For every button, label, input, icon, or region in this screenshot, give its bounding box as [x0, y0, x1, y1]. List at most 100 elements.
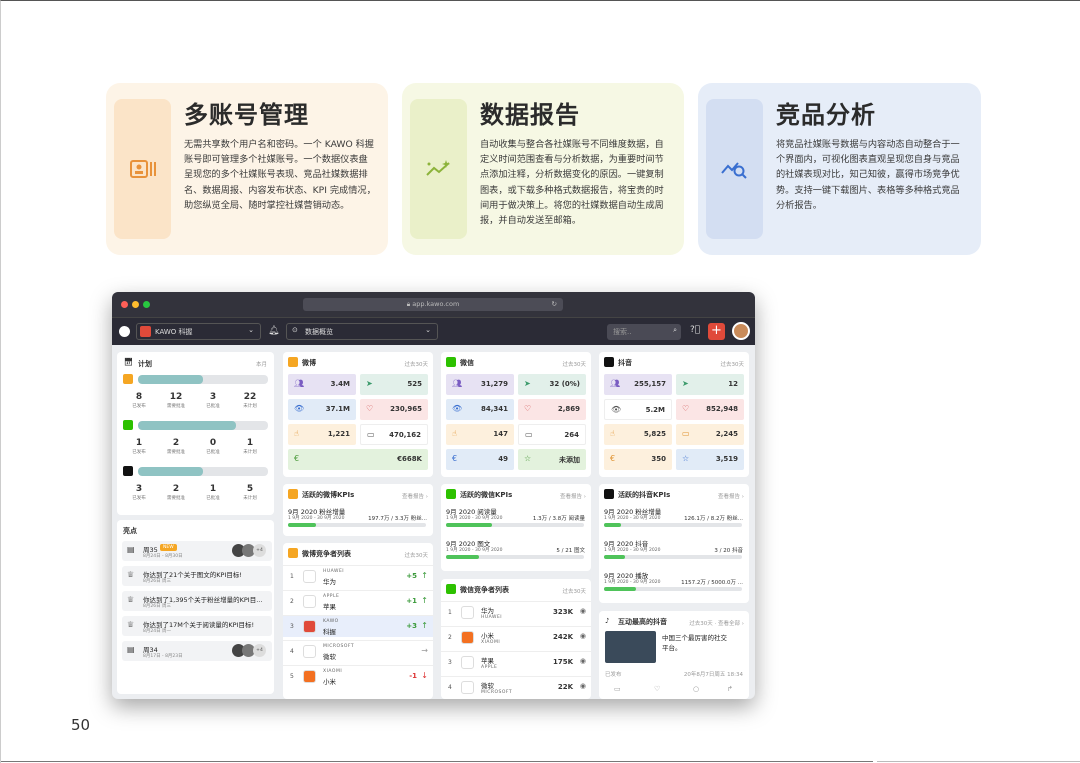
plan-stat-value: 2: [172, 438, 180, 448]
view-selector[interactable]: ⊙ 数据概览 ⌄: [286, 323, 438, 340]
highlight-item[interactable]: ♕ 你达到了21个关于图文的KPI目标! 8月26日 周三: [122, 566, 272, 586]
competitor-value: 242K: [552, 633, 573, 641]
metric-icon: €: [294, 454, 300, 463]
highlight-item[interactable]: ▤ 周35 NEW 8月24日 - 8月30日 +4: [122, 541, 272, 561]
kpi-progress-bar: [604, 555, 742, 559]
plan-stat-label: 已发布: [132, 450, 146, 455]
plan-stat-label: 需要批准: [167, 404, 185, 409]
wechat_comp-title: 微信竞争者列表: [460, 586, 509, 594]
app-navbar: KAWO 科握 ⌄ 🔔︎ ⊙ 数据概览 ⌄ 搜索.. ⌕ ?⃝ +: [112, 317, 755, 345]
plan-title: 计划: [138, 360, 152, 368]
metric-icon: 👁︎: [294, 404, 305, 413]
competitor-row[interactable]: 1 华为 HUAWEI 323K ◉: [441, 601, 591, 623]
metric-cell: ☝︎ 147: [446, 424, 514, 445]
competitor-row[interactable]: 4 微软 MICROSOFT 22K ◉: [441, 676, 591, 698]
highlight-item[interactable]: ▤ 周34 8月17日 - 8月23日 +4: [122, 641, 272, 661]
competitor-rank: 3: [290, 623, 294, 630]
add-button[interactable]: +: [708, 323, 725, 340]
video-thumbnail[interactable]: [605, 631, 656, 663]
metric-value: 852,948: [706, 405, 738, 413]
plan-stat-label: 未计划: [243, 404, 257, 409]
card-text: 无需共享数个用户名和密码。一个 KAWO 科握账号即可管理多个社媒账号。一个数据…: [184, 139, 376, 211]
competitor-name: 小米: [323, 678, 336, 686]
kawo-logo-icon: [119, 326, 130, 337]
wechat-title: 微信: [460, 359, 474, 367]
metric-cell: 👥︎ 255,157: [604, 374, 672, 395]
post-status: 已发布: [605, 672, 622, 678]
plan-stat-value: 12: [169, 392, 183, 402]
metric-cell: 👥︎ 31,279: [446, 374, 514, 395]
weibo-title: 微博: [302, 359, 316, 367]
maximize-icon[interactable]: [143, 301, 150, 308]
competitor-row[interactable]: 4 MICROSOFT 微软 →: [283, 640, 433, 662]
video-caption: 中国三个最厉害的社交平台。: [662, 634, 727, 652]
brand-selector[interactable]: KAWO 科握 ⌄: [136, 323, 261, 340]
browser-window: 🔒︎ app.kawo.com ↻ KAWO 科握 ⌄ 🔔︎ ⊙ 数据概览 ⌄ 搜…: [112, 292, 755, 699]
metric-value: 525: [407, 380, 422, 388]
url-bar[interactable]: 🔒︎ app.kawo.com ↻: [303, 298, 563, 311]
avatar[interactable]: [732, 322, 750, 340]
weibo-icon: [123, 374, 133, 384]
douyin_kpi-link[interactable]: 查看报告 ›: [718, 492, 744, 500]
footer-divider: [877, 761, 1080, 762]
wechat-icon: [446, 489, 456, 499]
plan-stat-value: 1: [135, 438, 143, 448]
metric-icon: ▭: [525, 430, 533, 439]
metric-cell: 👥︎ 3.4M: [288, 374, 356, 395]
feature-card-data-report: 数据报告 自动收集与整合各社媒账号不同维度数据，自定义时间范围查看与分析数据，为…: [402, 83, 684, 255]
douyin-icon: [604, 357, 614, 367]
douyin-top-title: 互动最高的抖音: [618, 618, 667, 626]
document-icon: ▤: [127, 545, 135, 554]
metric-value: 5,825: [643, 430, 666, 438]
plan-stat-label: 未计划: [243, 450, 257, 455]
competitor-change: +3: [406, 622, 417, 630]
highlight-item[interactable]: ♕ 你达到了1,395个关于粉丝增量的KPI目... 8月26日 周三: [122, 591, 272, 611]
kpi-progress-bar: [288, 523, 426, 527]
kpi-value: 1.3万 / 3.8万 阅读量: [532, 516, 585, 522]
wechat-period: 过去30天: [562, 362, 587, 368]
bell-icon[interactable]: 🔔︎: [268, 326, 279, 336]
competitor-name: 苹果: [323, 603, 336, 611]
eye-icon: ◉: [579, 682, 586, 690]
wechat_kpi-link[interactable]: 查看报告 ›: [560, 492, 586, 500]
competitor-row[interactable]: 2 小米 XIAOMI 242K ◉: [441, 626, 591, 648]
metric-value: 49: [498, 455, 508, 463]
close-icon[interactable]: [121, 301, 128, 308]
weibo-kpi-panel: 活跃的微博KPIs 查看报告 › 9月 2020 粉丝增量 1 9月 2020 - 3…: [283, 484, 433, 536]
kpi-value: 126.1万 / 8.2万 粉丝...: [684, 516, 743, 522]
video-icon: ▭: [614, 685, 621, 693]
douyin-top-period[interactable]: 过去30天 · 查看全部 ›: [689, 619, 744, 627]
competitor-name: 微软: [323, 653, 336, 661]
minimize-icon[interactable]: [132, 301, 139, 308]
reload-icon[interactable]: ↻: [552, 298, 557, 311]
eye-icon: ◉: [579, 607, 586, 615]
competitor-row[interactable]: 1 HUAWEI 华为 +5 ↑: [283, 565, 433, 587]
plan-stat-label: 已发布: [132, 496, 146, 501]
metric-icon: 👥︎: [294, 379, 305, 388]
competitor-row[interactable]: 3 KAWO 科握 +3 ↑: [283, 615, 433, 637]
competitor-logo: [303, 645, 316, 658]
highlight-date: 8月26日 周三: [143, 579, 172, 584]
metric-value: 84,341: [480, 405, 508, 413]
kpi-progress-bar: [446, 555, 584, 559]
weibo_kpi-link[interactable]: 查看报告 ›: [402, 492, 428, 500]
plan-progress-bar: [138, 421, 268, 430]
metric-value: 1,221: [327, 430, 350, 438]
highlight-item[interactable]: ♕ 你达到了17M个关于阅读量的KPI目标! 8月24日 周一: [122, 616, 272, 636]
competitor-logo: [461, 681, 474, 694]
help-icon[interactable]: ?⃝: [690, 325, 700, 335]
competitor-row[interactable]: 2 APPLE 苹果 +1 ↑: [283, 590, 433, 612]
metric-cell: € €668K: [288, 449, 428, 470]
wechat-kpi-panel: 活跃的微信KPIs 查看报告 › 9月 2020 阅读量 1 9月 2020 - 30…: [441, 484, 591, 571]
metric-value: 470,162: [389, 431, 421, 439]
weibo_comp-title: 微博竞争者列表: [302, 550, 351, 558]
search-input[interactable]: 搜索.. ⌕: [607, 324, 681, 340]
competitor-row[interactable]: 3 苹果 APPLE 175K ◉: [441, 651, 591, 673]
metric-cell: ☝︎ 1,221: [288, 424, 356, 445]
trophy-icon: ♕: [127, 570, 135, 579]
metric-cell: ➤ 32 (0%): [518, 374, 586, 395]
competitor-row[interactable]: 5 XIAOMI 小米 -1 ↓: [283, 665, 433, 687]
douyin-icon: [123, 466, 133, 476]
metric-icon: ☝︎: [610, 429, 615, 438]
new-badge: NEW: [160, 544, 177, 551]
